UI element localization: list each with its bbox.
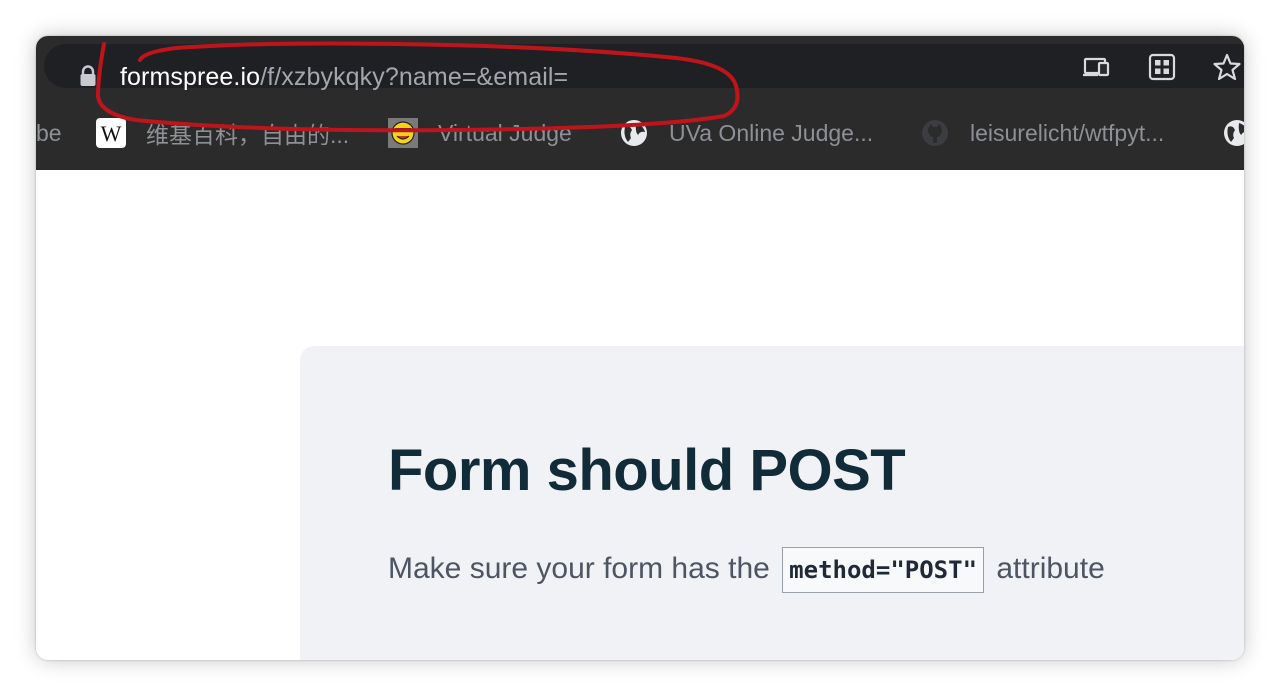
bookmark-label: Virtual Judge [438, 119, 572, 146]
url-text[interactable]: formspree.io/f/xzbykqky?name=&email= [120, 63, 568, 91]
url-host: formspree.io [120, 63, 261, 91]
address-bar[interactable]: formspree.io/f/xzbykqky?name=&email= [44, 44, 1244, 91]
message-text-before: Make sure your form has the [388, 552, 779, 585]
github-icon [922, 120, 948, 146]
bookmark-label: UVa Online Judge... [669, 119, 874, 146]
bookmark-label: be [36, 119, 62, 146]
code-snippet: method="POST" [782, 547, 985, 594]
bookmark-star-icon[interactable] [1212, 52, 1242, 82]
bookmark-item[interactable] [1222, 116, 1244, 150]
wikipedia-icon: W [96, 118, 126, 148]
browser-window: formspree.io/f/xzbykqky?name=&email= be … [36, 36, 1244, 660]
error-card: Form should POST Make sure your form has… [300, 346, 1244, 660]
browser-toolbar: formspree.io/f/xzbykqky?name=&email= [36, 36, 1244, 96]
url-path: /f/xzbykqky?name=&email= [260, 63, 569, 91]
svg-text:W: W [101, 121, 122, 146]
bookmark-item[interactable]: be [36, 116, 62, 150]
message-text-after: attribute [988, 552, 1105, 585]
bookmark-label: leisurelicht/wtfpyt... [970, 119, 1165, 146]
bookmarks-bar: be W 维基百科，自由的... Virtual Judge UVa Onlin… [36, 96, 1244, 170]
page-title: Form should POST [388, 438, 906, 503]
smiley-icon [388, 118, 418, 148]
globe-icon [1224, 120, 1244, 146]
bookmark-item[interactable]: Virtual Judge [388, 116, 572, 150]
cast-icon[interactable] [1082, 52, 1112, 82]
lock-icon [80, 65, 96, 86]
globe-icon [621, 120, 647, 146]
bookmark-item[interactable]: leisurelicht/wtfpyt... [920, 116, 1164, 150]
bookmark-item[interactable]: W 维基百科，自由的... [96, 116, 349, 150]
page-content: Form should POST Make sure your form has… [36, 170, 1244, 660]
bookmark-label: 维基百科，自由的... [146, 122, 350, 148]
bookmark-item[interactable]: UVa Online Judge... [619, 116, 873, 150]
extensions-grid-icon[interactable] [1147, 52, 1177, 82]
error-message: Make sure your form has the method="POST… [388, 546, 1105, 594]
